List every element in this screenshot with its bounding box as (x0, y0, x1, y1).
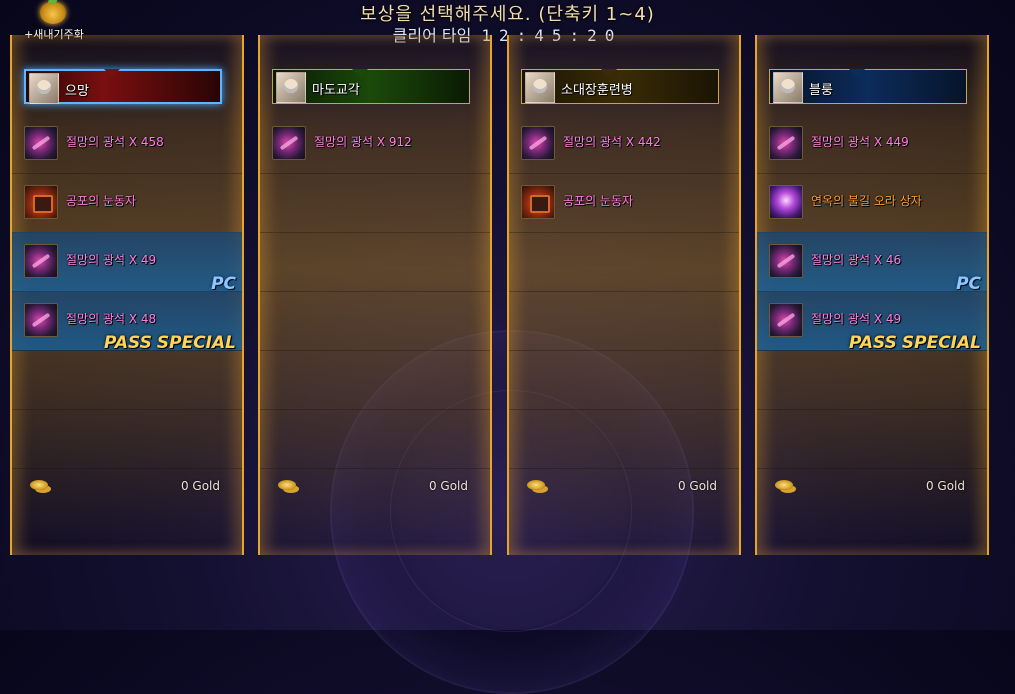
player-avatar (525, 72, 555, 103)
player-avatar (773, 72, 803, 103)
reward-row: 절망의 광석 X 458 (12, 114, 242, 174)
despair-stone-icon (521, 126, 555, 160)
reward-row-empty (757, 409, 987, 469)
gold-row: 0 Gold (260, 471, 490, 501)
reward-row-empty (260, 232, 490, 292)
reward-row-pc: 절망의 광석 X 46 PC (757, 232, 987, 294)
reward-row-empty (12, 409, 242, 469)
reward-row: 공포의 눈동자 (509, 173, 739, 233)
arrow-icon (601, 69, 617, 77)
despair-stone-icon (272, 126, 306, 160)
reward-name: 절망의 광석 X 49 (66, 253, 157, 267)
player-name: 소대장훈련병 (561, 83, 633, 98)
gold-amount: 0 Gold (677, 479, 717, 493)
reward-row-pass: 절망의 광석 X 48 PASS SPECIAL (12, 291, 242, 353)
reward-name: 공포의 눈동자 (563, 194, 634, 208)
fear-eye-icon (24, 185, 58, 219)
player-header: 마도교각 (272, 69, 470, 104)
reward-row-empty (509, 232, 739, 292)
player-header: 블룽 (769, 69, 967, 104)
player-name: 마도교각 (312, 83, 360, 98)
reward-name: 절망의 광석 X 912 (314, 135, 412, 149)
despair-stone-icon (24, 126, 58, 160)
gold-coin-icon (775, 480, 793, 490)
reward-row: 절망의 광석 X 912 (260, 114, 490, 174)
reward-name: 절망의 광석 X 46 (811, 253, 902, 267)
player-header: 소대장훈련병 (521, 69, 719, 104)
player-header: 으망 (24, 69, 222, 104)
reward-row-empty (757, 350, 987, 410)
despair-stone-icon (769, 303, 803, 337)
arrow-icon (849, 69, 865, 77)
reward-name: 연옥의 불길 오라 상자 (811, 194, 922, 208)
fear-eye-icon (521, 185, 555, 219)
player-avatar (276, 72, 306, 103)
reward-row-empty (509, 350, 739, 410)
purgatory-aura-box-icon (769, 185, 803, 219)
gold-row: 0 Gold (12, 471, 242, 501)
despair-stone-icon (24, 244, 58, 278)
gold-amount: 0 Gold (428, 479, 468, 493)
despair-stone-icon (769, 126, 803, 160)
gold-row: 0 Gold (757, 471, 987, 501)
reward-column-4[interactable]: 블룽 절망의 광석 X 449 연옥의 불길 오라 상자 절망의 광석 X 46… (755, 35, 989, 555)
reward-name: 절망의 광석 X 48 (66, 312, 157, 326)
reward-row: 절망의 광석 X 442 (509, 114, 739, 174)
reward-name: 절망의 광석 X 449 (811, 135, 909, 149)
reward-row: 연옥의 불길 오라 상자 (757, 173, 987, 233)
player-avatar (29, 73, 59, 104)
reward-column-2[interactable]: 마도교각 절망의 광석 X 912 0 Gold (258, 35, 492, 555)
reward-row-pass: 절망의 광석 X 49 PASS SPECIAL (757, 291, 987, 353)
gold-amount: 0 Gold (925, 479, 965, 493)
reward-column-3[interactable]: 소대장훈련병 절망의 광석 X 442 공포의 눈동자 0 Gold (507, 35, 741, 555)
reward-row-empty (260, 350, 490, 410)
reward-column-1[interactable]: 으망 절망의 광석 X 458 공포의 눈동자 절망의 광석 X 49 PC 절… (10, 35, 244, 555)
reward-row-empty (509, 291, 739, 351)
reward-row: 절망의 광석 X 449 (757, 114, 987, 174)
reward-row-pc: 절망의 광석 X 49 PC (12, 232, 242, 294)
selected-arrow-icon (104, 69, 120, 77)
gold-coin-icon (278, 480, 296, 490)
reward-name: 절망의 광석 X 442 (563, 135, 661, 149)
despair-stone-icon (24, 303, 58, 337)
gold-coin-icon (30, 480, 48, 490)
reward-name: 공포의 눈동자 (66, 194, 137, 208)
reward-row-empty (260, 409, 490, 469)
arrow-icon (352, 69, 368, 77)
reward-row-empty (260, 291, 490, 351)
gold-amount: 0 Gold (180, 479, 220, 493)
reward-row: 공포의 눈동자 (12, 173, 242, 233)
gold-coin-icon (527, 480, 545, 490)
reward-name: 절망의 광석 X 49 (811, 312, 902, 326)
reward-row-empty (509, 409, 739, 469)
player-name: 블룽 (809, 83, 833, 98)
reward-row-empty (260, 173, 490, 233)
gold-row: 0 Gold (509, 471, 739, 501)
reward-row-empty (12, 350, 242, 410)
player-name: 으망 (65, 84, 89, 99)
despair-stone-icon (769, 244, 803, 278)
reward-name: 절망의 광석 X 458 (66, 135, 164, 149)
